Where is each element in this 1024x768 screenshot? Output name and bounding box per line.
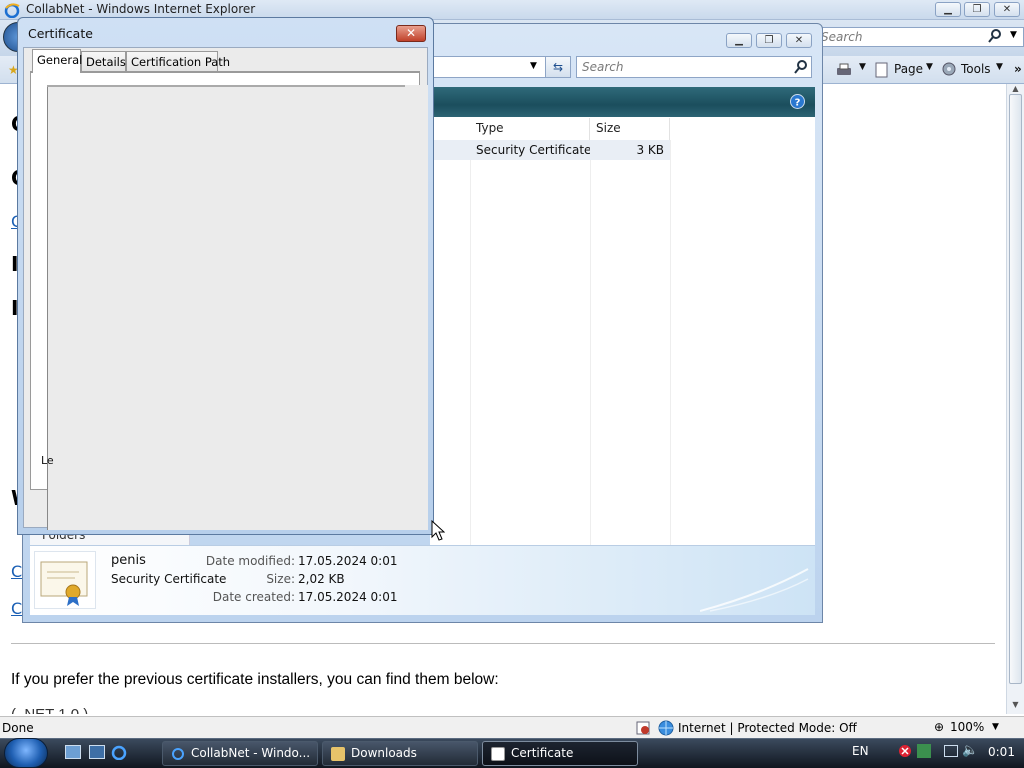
details-file-name: penis xyxy=(111,553,146,568)
security-zone-text[interactable]: Internet | Protected Mode: Off xyxy=(678,721,857,735)
certificate-close-button[interactable]: ✕ xyxy=(396,25,426,42)
security-alert-icon[interactable] xyxy=(898,744,912,758)
page-menu[interactable]: Page xyxy=(894,62,923,76)
help-icon[interactable]: ? xyxy=(790,94,805,109)
certificate-icon xyxy=(491,747,505,761)
mouse-cursor-icon xyxy=(431,520,445,541)
taskbar-item-label: Certificate xyxy=(511,746,574,760)
explorer-minimize-button[interactable]: ▁ xyxy=(726,33,752,48)
start-button[interactable] xyxy=(4,738,48,768)
explorer-close-button[interactable]: ✕ xyxy=(786,33,812,48)
volume-muted-icon[interactable]: 🔈 xyxy=(962,743,978,758)
column-header-type[interactable]: Type xyxy=(470,118,590,140)
command-bar-overflow-icon[interactable]: » xyxy=(1014,62,1022,76)
taskbar-item-label: Downloads xyxy=(351,746,417,760)
clock[interactable]: 0:01 xyxy=(988,745,1015,759)
blocked-icon[interactable] xyxy=(636,721,650,735)
page-text-partial: ( .NET 1.0 ) xyxy=(11,706,88,714)
tools-dropdown-icon[interactable]: ▼ xyxy=(996,62,1003,72)
certificate-info-border xyxy=(47,85,405,87)
taskbar-item-label: CollabNet - Windo... xyxy=(191,746,311,760)
scroll-thumb[interactable] xyxy=(1009,94,1022,684)
taskbar-item-ie[interactable]: CollabNet - Windo... xyxy=(162,741,318,766)
globe-icon xyxy=(658,720,674,736)
selected-tab-gap xyxy=(33,71,80,73)
status-text: Done xyxy=(2,721,34,735)
scroll-down-icon[interactable]: ▼ xyxy=(1009,700,1022,710)
gear-icon xyxy=(942,62,956,76)
zoom-dropdown-icon[interactable]: ▼ xyxy=(992,722,999,732)
ie-icon xyxy=(172,748,184,760)
size-value: 2,02 KB xyxy=(298,572,345,586)
search-icon[interactable] xyxy=(794,60,808,74)
explorer-search-input[interactable]: Search xyxy=(576,56,812,78)
certificate-icon xyxy=(40,561,88,606)
page-text: If you prefer the previous certificate i… xyxy=(11,671,499,688)
svg-text:?: ? xyxy=(795,98,801,109)
ie-quicklaunch-icon[interactable] xyxy=(111,744,127,760)
folder-icon xyxy=(331,747,345,761)
date-created-label: Date created: xyxy=(212,590,295,604)
scroll-up-icon[interactable]: ▲ xyxy=(1009,84,1022,94)
ie-icon xyxy=(4,3,20,18)
print-dropdown-icon[interactable]: ▼ xyxy=(859,62,866,72)
date-modified-value: 17.05.2024 0:01 xyxy=(298,554,398,568)
page-dropdown-icon[interactable]: ▼ xyxy=(926,62,933,72)
tab-certification-path[interactable]: Certification Path xyxy=(126,51,230,72)
explorer-maximize-button[interactable]: ❐ xyxy=(756,33,782,48)
show-desktop-icon[interactable] xyxy=(65,745,81,759)
zoom-level[interactable]: 100% xyxy=(950,720,984,734)
details-pane-decoration xyxy=(700,568,809,612)
page-divider xyxy=(11,643,995,644)
certificate-text-fragment: Le xyxy=(41,454,54,467)
page-link-fragment-2[interactable]: C xyxy=(11,562,22,581)
address-dropdown-icon[interactable]: ▼ xyxy=(530,61,537,71)
ie-window-title: CollabNet - Windows Internet Explorer xyxy=(26,2,256,16)
zoom-icon: ⊕ xyxy=(934,720,945,734)
tray-app-icon[interactable] xyxy=(917,744,931,758)
row-size: 3 KB xyxy=(590,140,670,160)
network-icon[interactable] xyxy=(944,745,958,757)
search-icon[interactable] xyxy=(988,29,1002,43)
taskbar-item-downloads[interactable]: Downloads xyxy=(322,741,478,766)
explorer-toolbar xyxy=(430,87,815,117)
tools-menu[interactable]: Tools xyxy=(961,62,991,76)
ie-restore-button[interactable]: ❐ xyxy=(964,2,990,17)
taskbar-item-certificate[interactable]: Certificate xyxy=(482,741,638,766)
switch-windows-icon[interactable] xyxy=(89,745,105,759)
size-label: Size: xyxy=(266,572,295,586)
certificate-dialog-title: Certificate xyxy=(28,26,93,41)
tab-general[interactable]: General xyxy=(32,49,82,73)
search-dropdown-icon[interactable]: ▼ xyxy=(1010,30,1017,40)
ie-close-button[interactable]: ✕ xyxy=(994,2,1020,17)
page-icon xyxy=(875,62,888,78)
tab-strip-line xyxy=(30,71,420,72)
column-header-size[interactable]: Size xyxy=(590,118,670,140)
language-indicator[interactable]: EN xyxy=(852,744,869,758)
ie-minimize-button[interactable]: ▁ xyxy=(935,2,961,17)
tab-details[interactable]: Details xyxy=(81,51,126,72)
column-divider xyxy=(470,140,471,545)
certificate-info-area xyxy=(47,85,428,530)
file-thumbnail xyxy=(34,551,96,609)
column-divider xyxy=(670,140,671,545)
page-scrollbar[interactable]: ▲ ▼ xyxy=(1006,84,1024,714)
refresh-icon[interactable]: ⇆ xyxy=(545,56,571,78)
ie-status-bar: Done Internet | Protected Mode: Off ⊕ 10… xyxy=(0,716,1024,738)
date-created-value: 17.05.2024 0:01 xyxy=(298,590,398,604)
row-type: Security Certificate xyxy=(470,140,591,160)
print-icon[interactable] xyxy=(835,62,853,78)
page-link-fragment-3[interactable]: C xyxy=(11,599,22,618)
file-list[interactable] xyxy=(430,117,815,545)
date-modified-label: Date modified: xyxy=(205,554,295,568)
column-divider xyxy=(590,140,591,545)
